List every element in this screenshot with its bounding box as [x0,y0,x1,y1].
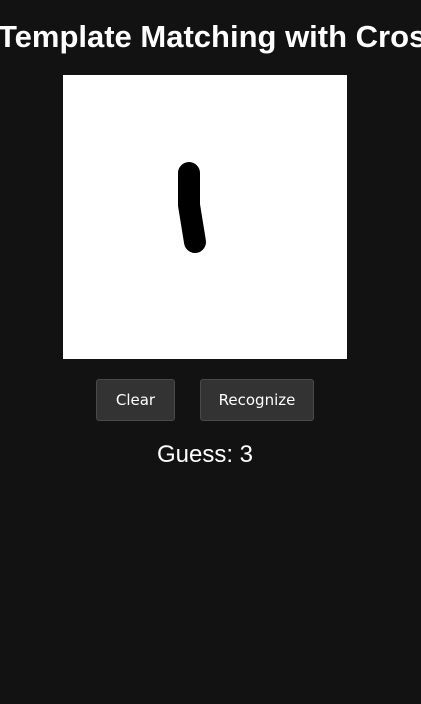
drawing-canvas[interactable] [63,75,347,359]
guess-result: Guess: 3 [156,441,254,468]
clear-button[interactable]: Clear [96,379,175,421]
page-title: Template Matching with Cross-Correlation [0,19,421,54]
drawn-stroke [178,162,206,253]
recognize-button[interactable]: Recognize [200,379,314,421]
